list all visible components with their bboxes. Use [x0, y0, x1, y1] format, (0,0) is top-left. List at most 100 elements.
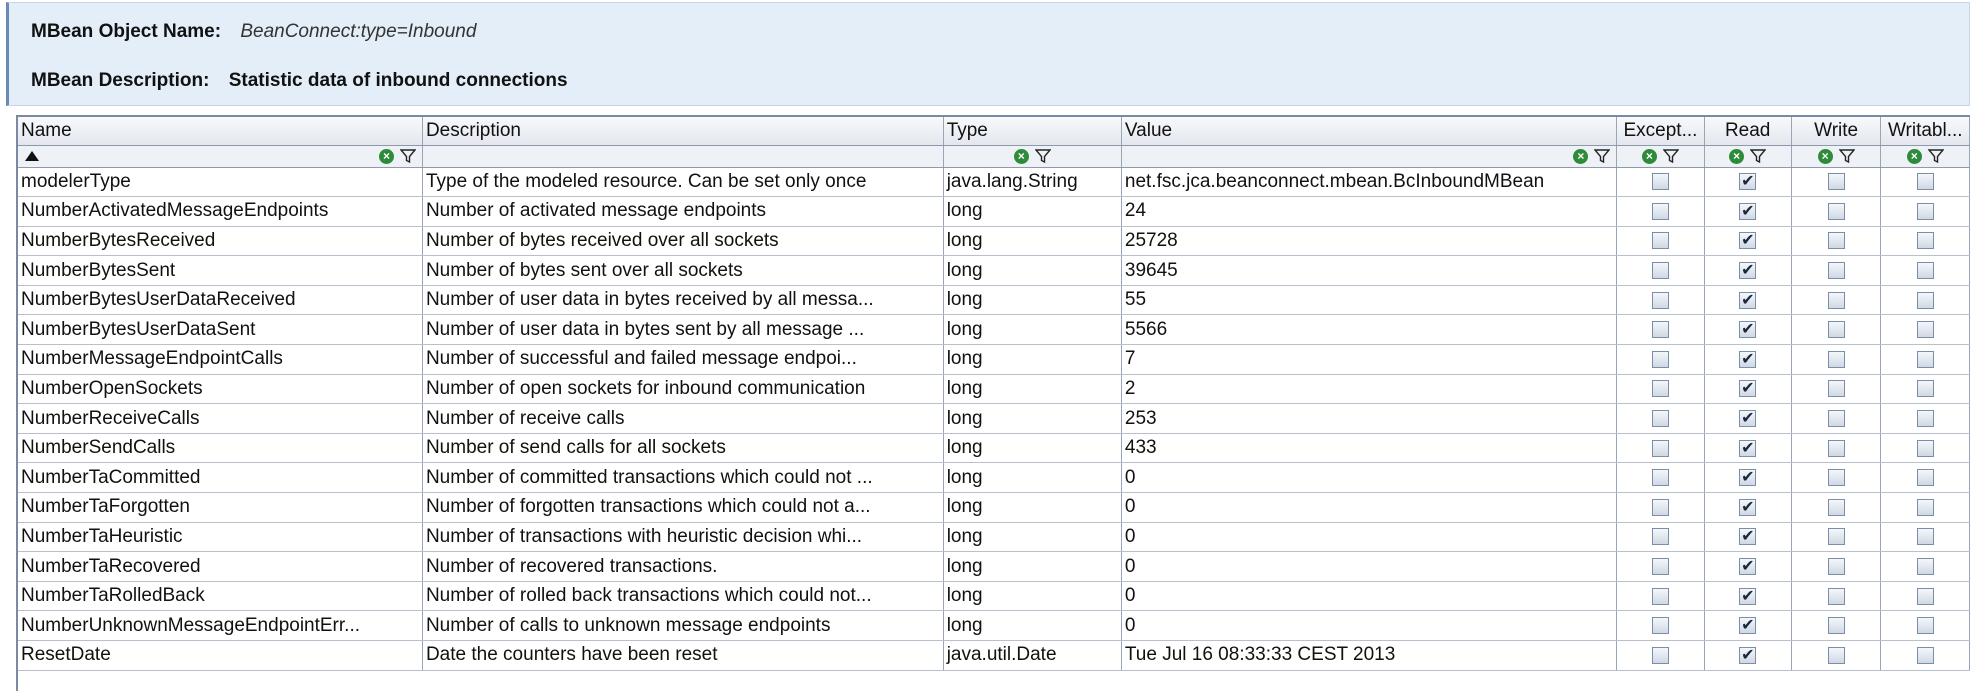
table-row[interactable]: NumberTaRecovered Number of recovered tra… — [18, 551, 1970, 582]
table-row[interactable]: NumberTaHeuristic Number of transactions … — [18, 522, 1970, 553]
read-checkbox[interactable] — [1739, 438, 1757, 458]
table-row[interactable]: NumberBytesUserDataReceived Number of use… — [18, 285, 1970, 316]
writable-checkbox[interactable] — [1916, 498, 1934, 516]
clear-filter-icon[interactable]: × — [1641, 148, 1657, 164]
writable-checkbox[interactable] — [1916, 617, 1934, 635]
exception-checkbox[interactable] — [1651, 173, 1669, 191]
exception-checkbox[interactable] — [1651, 350, 1669, 368]
writable-checkbox[interactable] — [1916, 380, 1934, 398]
writable-checkbox[interactable] — [1916, 202, 1934, 220]
read-checkbox[interactable] — [1739, 230, 1757, 250]
write-checkbox[interactable] — [1827, 232, 1845, 250]
read-checkbox[interactable] — [1739, 201, 1757, 221]
table-row[interactable]: NumberBytesUserDataSent Number of user da… — [18, 314, 1970, 346]
clear-filter-icon[interactable]: × — [1013, 148, 1029, 164]
clear-filter-icon[interactable]: × — [378, 148, 394, 164]
exception-checkbox[interactable] — [1651, 380, 1669, 398]
exception-checkbox[interactable] — [1651, 558, 1669, 575]
write-checkbox[interactable] — [1827, 528, 1845, 546]
read-checkbox[interactable] — [1739, 349, 1757, 369]
exception-checkbox[interactable] — [1651, 646, 1669, 664]
clear-filter-icon[interactable]: × — [1573, 148, 1589, 164]
column-header-name[interactable]: Name — [18, 117, 423, 146]
table-row[interactable]: NumberTaCommitted Number of committed tra… — [18, 462, 1970, 494]
table-row[interactable]: NumberSendCalls Number of send calls for … — [18, 433, 1970, 464]
write-checkbox[interactable] — [1827, 469, 1845, 487]
table-row[interactable]: NumberBytesSent Number of bytes sent over… — [18, 255, 1970, 286]
write-checkbox[interactable] — [1827, 439, 1845, 457]
writable-checkbox[interactable] — [1916, 262, 1934, 280]
exception-checkbox[interactable] — [1651, 617, 1669, 635]
column-header-value[interactable]: Value — [1121, 117, 1618, 146]
read-checkbox[interactable] — [1739, 556, 1757, 576]
write-checkbox[interactable] — [1827, 498, 1845, 516]
read-checkbox[interactable] — [1739, 171, 1757, 191]
clear-filter-icon[interactable]: × — [1817, 148, 1833, 164]
write-checkbox[interactable] — [1827, 410, 1845, 428]
writable-checkbox[interactable] — [1916, 291, 1934, 309]
write-checkbox[interactable] — [1827, 350, 1845, 368]
read-checkbox[interactable] — [1739, 319, 1757, 339]
read-checkbox[interactable] — [1739, 615, 1757, 635]
writable-checkbox[interactable] — [1916, 558, 1934, 575]
exception-checkbox[interactable] — [1651, 469, 1669, 487]
writable-checkbox[interactable] — [1916, 350, 1934, 368]
write-checkbox[interactable] — [1827, 646, 1845, 664]
table-row[interactable]: NumberTaForgotten Number of forgotten tra… — [18, 492, 1970, 523]
funnel-icon[interactable] — [399, 148, 416, 164]
table-row[interactable]: NumberUnknownMessageEndpointErr... Number… — [18, 610, 1970, 641]
exception-checkbox[interactable] — [1651, 321, 1669, 339]
table-row[interactable]: NumberTaRolledBack Number of rolled back … — [18, 581, 1970, 612]
read-checkbox[interactable] — [1739, 378, 1757, 398]
table-row[interactable]: NumberBytesReceived Number of bytes recei… — [18, 226, 1970, 257]
column-header-exception[interactable]: Except... — [1616, 117, 1705, 146]
exception-checkbox[interactable] — [1651, 291, 1669, 309]
funnel-icon[interactable] — [1034, 148, 1051, 164]
table-row[interactable]: NumberActivatedMessageEndpoints Number of… — [18, 196, 1970, 227]
write-checkbox[interactable] — [1827, 617, 1845, 635]
column-header-type[interactable]: Type — [943, 117, 1122, 146]
writable-checkbox[interactable] — [1916, 528, 1934, 546]
clear-filter-icon[interactable]: × — [1906, 148, 1922, 164]
read-checkbox[interactable] — [1739, 408, 1757, 428]
write-checkbox[interactable] — [1827, 173, 1845, 191]
column-header-writable[interactable]: Writabl... — [1880, 117, 1970, 146]
exception-checkbox[interactable] — [1651, 528, 1669, 546]
read-checkbox[interactable] — [1739, 467, 1757, 487]
write-checkbox[interactable] — [1827, 262, 1845, 280]
write-checkbox[interactable] — [1827, 587, 1845, 605]
table-row[interactable]: modelerType Type of the modeled resource.… — [18, 167, 1970, 198]
funnel-icon[interactable] — [1838, 148, 1855, 164]
writable-checkbox[interactable] — [1916, 587, 1934, 605]
exception-checkbox[interactable] — [1651, 498, 1669, 516]
read-checkbox[interactable] — [1739, 290, 1757, 310]
read-checkbox[interactable] — [1739, 260, 1757, 280]
funnel-icon[interactable] — [1927, 148, 1944, 164]
table-row[interactable]: ResetDate Date the counters have been res… — [18, 640, 1970, 671]
sort-ascending-icon[interactable] — [24, 150, 40, 162]
read-checkbox[interactable] — [1739, 497, 1757, 517]
writable-checkbox[interactable] — [1916, 321, 1934, 339]
column-header-description[interactable]: Description — [422, 117, 944, 146]
write-checkbox[interactable] — [1827, 558, 1845, 575]
read-checkbox[interactable] — [1739, 586, 1757, 606]
funnel-icon[interactable] — [1662, 148, 1679, 164]
table-row[interactable]: NumberMessageEndpointCalls Number of succ… — [18, 344, 1970, 375]
writable-checkbox[interactable] — [1916, 410, 1934, 428]
clear-filter-icon[interactable]: × — [1729, 148, 1745, 164]
exception-checkbox[interactable] — [1651, 232, 1669, 250]
writable-checkbox[interactable] — [1916, 646, 1934, 664]
write-checkbox[interactable] — [1827, 291, 1845, 309]
writable-checkbox[interactable] — [1916, 232, 1934, 250]
column-header-write[interactable]: Write — [1791, 117, 1882, 146]
column-header-read[interactable]: Read — [1704, 117, 1792, 146]
funnel-icon[interactable] — [1750, 148, 1767, 164]
table-row[interactable]: NumberOpenSockets Number of open sockets … — [18, 374, 1970, 405]
table-row[interactable]: NumberReceiveCalls Number of receive call… — [18, 403, 1970, 434]
exception-checkbox[interactable] — [1651, 410, 1669, 428]
read-checkbox[interactable] — [1739, 645, 1757, 665]
funnel-icon[interactable] — [1594, 148, 1611, 164]
exception-checkbox[interactable] — [1651, 262, 1669, 280]
writable-checkbox[interactable] — [1916, 469, 1934, 487]
writable-checkbox[interactable] — [1916, 173, 1934, 191]
